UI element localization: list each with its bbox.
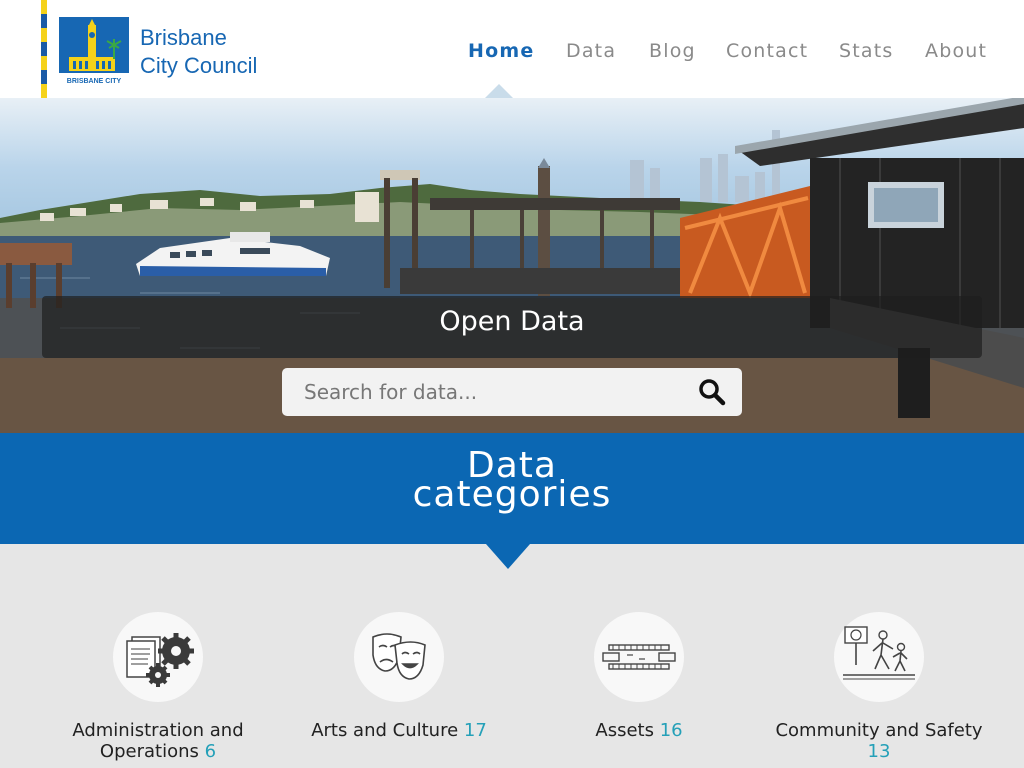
category-name-cont: Operations [99,741,199,762]
nav-about[interactable]: About [925,40,987,62]
brand-badge-text: BRISBANE CITY [67,78,122,85]
nav-blog[interactable]: Blog [649,40,696,62]
nav-stats[interactable]: Stats [839,40,894,62]
category-count: 17 [463,720,487,741]
category-label: Assets 16 [519,720,759,741]
category-label: Community and Safety 13 [759,720,999,762]
category-arts-culture[interactable]: Arts and Culture 17 [279,612,519,741]
nav-home[interactable]: Home [468,40,534,62]
hero-banner: Open Data [0,98,1024,433]
pedestrians-sign-icon [843,626,915,680]
search-box [282,368,742,416]
data-categories-header: Data categories [0,433,1024,544]
category-icon-circle [113,612,203,702]
main-nav: Home Data Blog Contact Stats About [0,40,1024,70]
category-count: 13 [867,741,891,762]
category-count: 6 [204,741,217,762]
search-button[interactable] [696,376,728,408]
category-label: Administration and Operations 6 [38,720,278,762]
category-icon-circle [354,612,444,702]
bridge-icon [602,644,676,670]
theatre-masks-icon [372,633,426,680]
data-categories-title: Data categories [0,448,1024,515]
hero-title-bar: Open Data [42,296,982,358]
category-name: Community and Safety [775,720,983,741]
nav-data[interactable]: Data [566,40,616,62]
category-administration-operations[interactable]: Administration and Operations 6 [38,612,278,762]
category-name: Administration and [72,720,244,741]
category-community-safety[interactable]: Community and Safety 13 [759,612,999,762]
nav-contact[interactable]: Contact [726,40,808,62]
category-count: 16 [659,720,683,741]
documents-gears-icon [126,633,194,687]
category-name: Arts and Culture [311,720,459,741]
search-input[interactable] [282,368,682,416]
category-name: Assets [595,720,654,741]
category-icon-circle [834,612,924,702]
search-icon [699,379,726,406]
active-nav-pointer [485,84,513,98]
category-label: Arts and Culture 17 [279,720,519,741]
data-categories-title-line2: categories [412,474,612,515]
categories-pointer [486,544,530,569]
hero-title: Open Data [439,306,585,337]
category-icon-circle [594,612,684,702]
category-assets[interactable]: Assets 16 [519,612,759,741]
